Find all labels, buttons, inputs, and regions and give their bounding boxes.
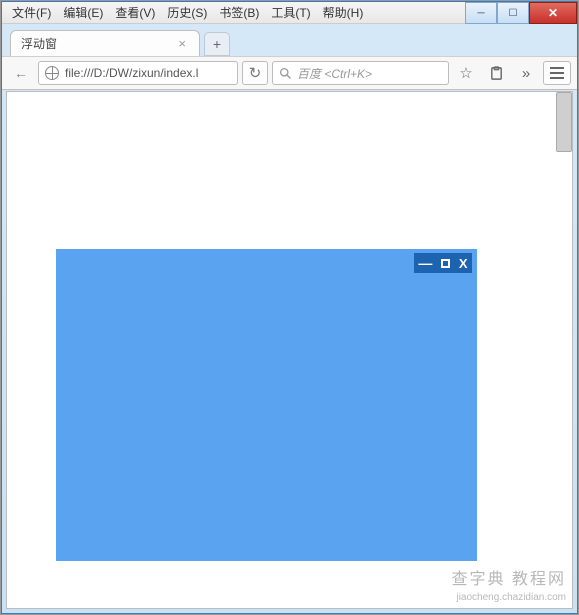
- menu-help[interactable]: 帮助(H): [317, 4, 370, 21]
- new-tab-button[interactable]: +: [204, 32, 230, 56]
- search-bar[interactable]: 百度 <Ctrl+K>: [272, 61, 449, 85]
- tab-strip: 浮动窗 × +: [2, 26, 577, 56]
- address-bar[interactable]: file:///D:/DW/zixun/index.l: [38, 61, 238, 85]
- menu-button[interactable]: [543, 61, 571, 85]
- url-text: file:///D:/DW/zixun/index.l: [65, 66, 231, 80]
- menu-tools[interactable]: 工具(T): [265, 4, 316, 21]
- menu-history[interactable]: 历史(S): [161, 4, 213, 21]
- globe-icon: [45, 66, 59, 80]
- clipboard-icon: [489, 66, 504, 81]
- watermark-line2: jiaocheng.chazidian.com: [452, 591, 566, 604]
- reload-button[interactable]: ↻: [242, 61, 268, 85]
- menu-view[interactable]: 查看(V): [109, 4, 161, 21]
- page-content: — X 查字典 教程网 jiaocheng.chazidian.com: [6, 91, 573, 609]
- vertical-scrollbar[interactable]: [556, 92, 572, 152]
- watermark-line1: 查字典 教程网: [452, 570, 566, 591]
- back-button[interactable]: ←: [8, 60, 34, 86]
- window-minimize-button[interactable]: ─: [465, 2, 497, 24]
- overflow-button[interactable]: »: [513, 61, 539, 85]
- search-icon: [279, 67, 292, 80]
- floating-window-controls: — X: [414, 253, 472, 273]
- toolbar: ← file:///D:/DW/zixun/index.l ↻ 百度 <Ctrl…: [2, 56, 577, 90]
- bookmark-star-button[interactable]: ☆: [453, 61, 479, 85]
- browser-tab[interactable]: 浮动窗 ×: [10, 30, 200, 56]
- tab-title: 浮动窗: [21, 35, 57, 52]
- float-maximize-icon[interactable]: [441, 259, 450, 268]
- window-close-button[interactable]: ✕: [529, 2, 577, 24]
- float-minimize-icon[interactable]: —: [418, 260, 432, 266]
- float-close-icon[interactable]: X: [459, 256, 468, 271]
- menu-file[interactable]: 文件(F): [6, 4, 57, 21]
- window-maximize-button[interactable]: ☐: [497, 2, 529, 24]
- menu-bookmarks[interactable]: 书签(B): [213, 4, 265, 21]
- sidebar-button[interactable]: [483, 61, 509, 85]
- search-placeholder: 百度 <Ctrl+K>: [297, 65, 372, 82]
- floating-window[interactable]: — X: [56, 249, 477, 561]
- watermark: 查字典 教程网 jiaocheng.chazidian.com: [452, 570, 566, 604]
- tab-close-button[interactable]: ×: [175, 36, 189, 51]
- menu-edit[interactable]: 编辑(E): [57, 4, 109, 21]
